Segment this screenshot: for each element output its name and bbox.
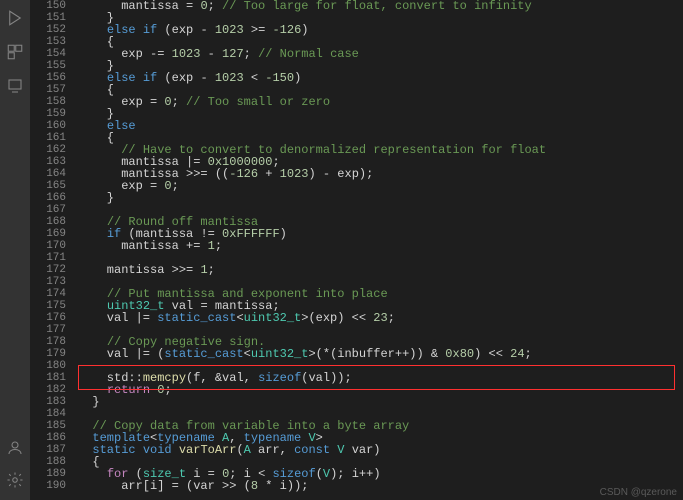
line-number: 179 [30, 348, 66, 360]
line-number: 178 [30, 336, 66, 348]
code-editor[interactable]: 1501511521531541551561571581591601611621… [30, 0, 683, 500]
line-number: 172 [30, 264, 66, 276]
code-line[interactable]: exp = 0; // Too small or zero [78, 96, 683, 108]
line-number: 161 [30, 132, 66, 144]
line-number: 152 [30, 24, 66, 36]
line-number: 151 [30, 12, 66, 24]
source-control-icon[interactable] [3, 74, 27, 98]
line-number: 185 [30, 420, 66, 432]
line-number: 166 [30, 192, 66, 204]
line-number: 165 [30, 180, 66, 192]
line-number: 187 [30, 444, 66, 456]
line-number: 169 [30, 228, 66, 240]
line-number: 156 [30, 72, 66, 84]
run-debug-icon[interactable] [3, 6, 27, 30]
code-line[interactable]: mantissa += 1; [78, 240, 683, 252]
code-line[interactable]: } [78, 192, 683, 204]
line-number: 160 [30, 120, 66, 132]
code-line[interactable]: else [78, 120, 683, 132]
line-number: 158 [30, 96, 66, 108]
code-area[interactable]: mantissa = 0; // Too large for float, co… [78, 0, 683, 500]
line-number: 170 [30, 240, 66, 252]
line-number: 190 [30, 480, 66, 492]
line-number: 175 [30, 300, 66, 312]
code-line[interactable]: val |= static_cast<uint32_t>(exp) << 23; [78, 312, 683, 324]
watermark-text: CSDN @qzerone [600, 487, 677, 498]
line-number: 157 [30, 84, 66, 96]
code-line[interactable]: } [78, 396, 683, 408]
line-number: 153 [30, 36, 66, 48]
line-number-gutter: 1501511521531541551561571581591601611621… [30, 0, 78, 500]
code-line[interactable]: mantissa >>= 1; [78, 264, 683, 276]
code-line[interactable]: static void varToArr(A arr, const V var) [78, 444, 683, 456]
code-line[interactable]: return 0; [78, 384, 683, 396]
line-number: 171 [30, 252, 66, 264]
line-number: 154 [30, 48, 66, 60]
line-number: 180 [30, 360, 66, 372]
code-line[interactable]: else if (exp - 1023 < -150) [78, 72, 683, 84]
activity-bar [0, 0, 30, 500]
line-number: 162 [30, 144, 66, 156]
line-number: 184 [30, 408, 66, 420]
line-number: 177 [30, 324, 66, 336]
code-line[interactable]: val |= (static_cast<uint32_t>(*(inbuffer… [78, 348, 683, 360]
settings-gear-icon[interactable] [3, 468, 27, 492]
line-number: 174 [30, 288, 66, 300]
line-number: 186 [30, 432, 66, 444]
line-number: 168 [30, 216, 66, 228]
line-number: 164 [30, 168, 66, 180]
line-number: 188 [30, 456, 66, 468]
line-number: 167 [30, 204, 66, 216]
accounts-icon[interactable] [3, 436, 27, 460]
code-line[interactable]: mantissa = 0; // Too large for float, co… [78, 0, 683, 12]
line-number: 159 [30, 108, 66, 120]
code-line[interactable]: else if (exp - 1023 >= -126) [78, 24, 683, 36]
line-number: 173 [30, 276, 66, 288]
line-number: 155 [30, 60, 66, 72]
code-line[interactable]: exp = 0; [78, 180, 683, 192]
code-line[interactable]: } [78, 108, 683, 120]
code-line[interactable]: exp -= 1023 - 127; // Normal case [78, 48, 683, 60]
line-number: 183 [30, 396, 66, 408]
line-number: 163 [30, 156, 66, 168]
line-number: 150 [30, 0, 66, 12]
line-number: 181 [30, 372, 66, 384]
line-number: 182 [30, 384, 66, 396]
extensions-icon[interactable] [3, 40, 27, 64]
line-number: 189 [30, 468, 66, 480]
code-line[interactable]: arr[i] = (var >> (8 * i)); [78, 480, 683, 492]
line-number: 176 [30, 312, 66, 324]
